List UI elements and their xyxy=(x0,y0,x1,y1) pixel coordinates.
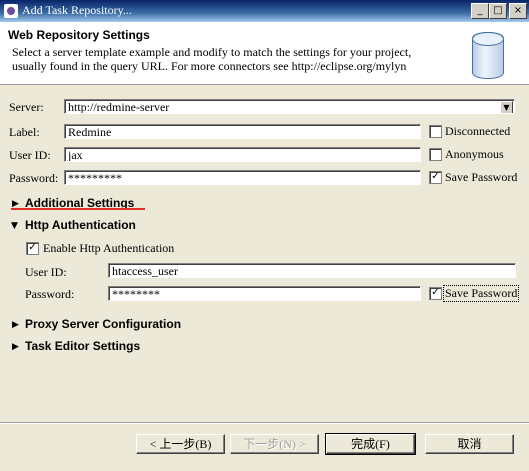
collapse-triangle-icon[interactable]: ▼ xyxy=(11,221,18,231)
eclipse-app-icon xyxy=(4,4,18,18)
cancel-button[interactable]: 取消 xyxy=(425,434,514,454)
chevron-down-icon[interactable]: ▼ xyxy=(500,101,513,113)
section-task-editor[interactable]: Task Editor Settings xyxy=(25,339,140,353)
section-proxy-server[interactable]: Proxy Server Configuration xyxy=(25,317,181,331)
minimize-button[interactable]: _ xyxy=(471,3,489,19)
password-label: Password: xyxy=(9,171,59,185)
description-line-1: Select a server template example and mod… xyxy=(12,45,412,59)
description-line-2: usually found in the query URL. For more… xyxy=(12,59,407,73)
userid-input[interactable]: jax xyxy=(64,147,421,162)
title-bar: Add Task Repository... _ □ × xyxy=(0,0,529,22)
http-save-password-checkbox[interactable]: ✓ xyxy=(429,287,442,300)
disconnected-label: Disconnected xyxy=(445,124,511,138)
http-userid-input[interactable]: htaccess_user xyxy=(108,263,516,278)
anonymous-checkbox[interactable] xyxy=(429,148,442,161)
repository-cylinder-icon xyxy=(472,32,504,79)
label-label: Label: xyxy=(9,125,40,139)
label-input[interactable]: Redmine xyxy=(64,124,421,139)
maximize-button[interactable]: □ xyxy=(489,3,507,19)
http-save-password-label: Save Password xyxy=(442,285,520,302)
save-password-label: Save Password xyxy=(445,170,518,184)
save-password-checkbox[interactable]: ✓ xyxy=(429,171,442,184)
password-input[interactable]: ********* xyxy=(64,170,421,185)
expand-triangle-icon[interactable]: ▶ xyxy=(12,320,19,330)
userid-label: User ID: xyxy=(9,148,51,162)
button-bar-separator xyxy=(0,422,529,424)
enable-http-auth-label: Enable Http Authentication xyxy=(43,241,175,255)
http-userid-label: User ID: xyxy=(25,265,67,279)
window-title: Add Task Repository... xyxy=(22,3,132,17)
http-password-label: Password: xyxy=(25,287,75,301)
page-description: Select a server template example and mod… xyxy=(12,45,452,73)
next-button[interactable]: 下一步(N) > xyxy=(230,434,319,454)
page-title: Web Repository Settings xyxy=(8,28,150,42)
wizard-header: Web Repository Settings Select a server … xyxy=(0,22,529,85)
server-label: Server: xyxy=(9,100,44,114)
section-http-authentication[interactable]: Http Authentication xyxy=(25,218,136,232)
finish-button[interactable]: 完成(F) xyxy=(325,433,416,455)
server-combo[interactable]: http://redmine-server ▼ xyxy=(64,99,515,114)
back-button[interactable]: < 上一步(B) xyxy=(136,434,225,454)
http-password-input[interactable]: ******** xyxy=(108,286,421,301)
annotation-underline xyxy=(11,208,145,210)
expand-triangle-icon[interactable]: ▶ xyxy=(12,342,19,352)
disconnected-checkbox[interactable] xyxy=(429,125,442,138)
server-value: http://redmine-server xyxy=(68,100,170,114)
anonymous-label: Anonymous xyxy=(445,147,504,161)
close-button[interactable]: × xyxy=(509,3,527,19)
enable-http-auth-checkbox[interactable]: ✓ xyxy=(26,242,39,255)
